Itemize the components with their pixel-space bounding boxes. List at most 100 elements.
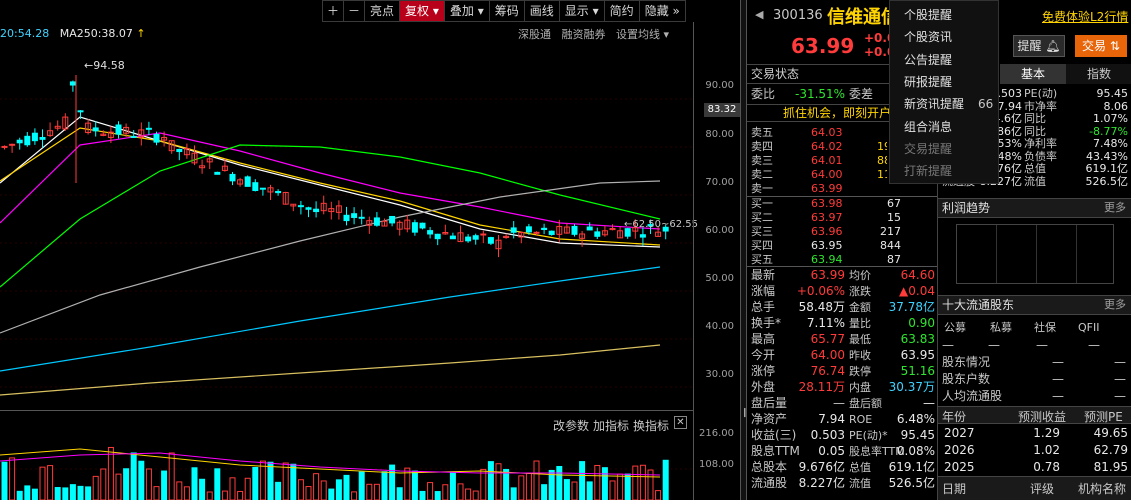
- stat-value: 526.5亿: [888, 476, 935, 490]
- close-icon[interactable]: ✕: [674, 416, 687, 429]
- kline-chart-area[interactable]: ＋ － 亮点 复权 ▾ 叠加 ▾ 筹码 画线 显示 ▾ 简约 隐藏 » 20:5…: [0, 0, 740, 500]
- volume-bar: [487, 461, 494, 500]
- price-tick: 60.00: [705, 225, 734, 236]
- rating-col-rating: 评级: [1030, 482, 1055, 496]
- toolbar-chips-button[interactable]: 筹码: [488, 0, 524, 22]
- minus-icon[interactable]: －: [343, 0, 364, 22]
- toolbar-display-button[interactable]: 显示 ▾: [558, 0, 604, 22]
- fundamental-value: 7.48%: [1093, 137, 1128, 150]
- swap-icon: ⇅: [1109, 39, 1120, 53]
- stat-value: 8.227亿: [798, 476, 845, 490]
- candle-body: [130, 135, 137, 138]
- trade-button[interactable]: 交易 ⇅: [1075, 35, 1127, 57]
- tab-basic[interactable]: 基本: [1000, 64, 1066, 84]
- volume-bar: [579, 461, 586, 500]
- rating-header: 日期 评级 机构名称: [938, 476, 1131, 500]
- profit-trend-more-link[interactable]: 更多: [1104, 199, 1126, 217]
- ma60-line: [0, 144, 661, 288]
- popup-menu-item[interactable]: 新资讯提醒 66: [904, 93, 993, 115]
- ma5-line: [0, 116, 661, 248]
- splitter-handle-icon[interactable]: ❙: [741, 408, 749, 418]
- stat-label: 金额: [849, 301, 871, 314]
- popup-menu-item: 交易提醒: [904, 138, 952, 160]
- volume-bar: [267, 461, 274, 500]
- volume-bar: [290, 463, 297, 500]
- candle-body: [92, 127, 99, 132]
- add-icon[interactable]: ＋: [322, 0, 343, 22]
- tab-index[interactable]: 指数: [1066, 64, 1131, 84]
- volume-tick: 216.00: [699, 428, 734, 439]
- ma20-value: 20:54.28: [0, 27, 50, 40]
- toolbar-simple-button[interactable]: 简约: [603, 0, 639, 22]
- volume-bar: [85, 486, 92, 500]
- candle-body: [39, 137, 46, 140]
- stat-label: 最低: [849, 333, 871, 346]
- popup-menu-item[interactable]: 研报提醒: [904, 71, 952, 93]
- link-shenzhen-connect[interactable]: 深股通: [518, 28, 551, 41]
- double-chevron-right-icon: »: [672, 4, 680, 18]
- trade-label: 交易: [1082, 39, 1107, 53]
- holders-dash: —: [942, 338, 954, 352]
- candle-body: [153, 133, 160, 143]
- orderbook-buy-price: 63.97: [811, 211, 843, 224]
- volume-bar: [586, 481, 593, 500]
- panel-splitter[interactable]: ❙: [740, 0, 749, 500]
- candle-body: [541, 227, 548, 231]
- toolbar-highlight-button[interactable]: 亮点: [364, 0, 400, 22]
- orderbook-buy-price: 63.98: [811, 197, 843, 210]
- stat-value: 30.37万: [888, 380, 935, 394]
- candle-body: [358, 216, 365, 219]
- switch-indicator-button[interactable]: 换指标: [633, 417, 669, 434]
- toolbar-hide-label: 隐藏: [644, 4, 669, 18]
- popup-menu-item[interactable]: 个股资讯: [904, 26, 952, 48]
- stat-label: 量比: [849, 317, 871, 330]
- candle-body: [16, 139, 23, 144]
- popup-menu-item-label: 组合消息: [904, 119, 953, 134]
- toolbar-overlay-button[interactable]: 叠加 ▾: [443, 0, 489, 22]
- price-tick: 40.00: [705, 321, 734, 332]
- popup-menu-item[interactable]: 组合消息: [904, 116, 952, 138]
- volume-bar: [47, 465, 54, 500]
- fundamental-label: 市净率: [1024, 99, 1057, 113]
- link-margin-trading[interactable]: 融资融券: [562, 28, 606, 41]
- candle-body: [176, 148, 183, 153]
- change-params-button[interactable]: 改参数: [553, 417, 589, 434]
- ma120-line: [0, 180, 661, 334]
- popup-menu-item: 打新提醒: [904, 160, 952, 182]
- volume-bar: [16, 490, 23, 500]
- candle-body: [24, 135, 31, 146]
- toolbar-adjust-button[interactable]: 复权 ▾: [399, 0, 444, 22]
- popup-menu-item[interactable]: 公告提醒: [904, 49, 952, 71]
- toolbar-hide-button[interactable]: 隐藏 »: [638, 0, 686, 22]
- link-set-ma[interactable]: 设置均线: [616, 28, 660, 41]
- orderbook-buy-price: 63.94: [811, 253, 843, 266]
- candle-body: [31, 132, 38, 142]
- kline-chart[interactable]: [0, 22, 693, 432]
- holder-info-value: —: [1052, 389, 1064, 403]
- volume-bar: [168, 452, 175, 500]
- stat-label: 涨跌: [849, 285, 871, 298]
- volume-bar: [252, 466, 259, 500]
- candle-body: [571, 225, 578, 235]
- popup-menu-item[interactable]: 个股提醒: [904, 4, 952, 26]
- low-range-value: 62.50~62.55: [632, 219, 699, 230]
- toolbar-draw-button[interactable]: 画线: [523, 0, 559, 22]
- chevron-down-icon: ▾: [660, 28, 670, 41]
- remind-button[interactable]: 提醒 🔔︎: [1013, 35, 1065, 57]
- bell-icon: 🔔︎: [1045, 39, 1061, 53]
- prev-stock-icon[interactable]: ◀: [755, 8, 763, 21]
- volume-bar: [153, 486, 160, 500]
- volume-bar: [503, 468, 510, 500]
- ma-legend: 20:54.28 MA250:38.07 ↑: [0, 27, 146, 40]
- volume-bar: [39, 466, 46, 500]
- popup-menu-item-label: 个股提醒: [904, 8, 953, 22]
- holders-more-link[interactable]: 更多: [1104, 296, 1126, 314]
- stat-label: 净资产: [751, 412, 788, 426]
- volume-bar: [259, 460, 266, 500]
- holder-info-value: —: [1114, 372, 1126, 386]
- volume-bar: [214, 468, 221, 500]
- add-indicator-button[interactable]: 加指标: [593, 417, 629, 434]
- candle-body: [419, 222, 426, 229]
- free-l2-link[interactable]: 免费体验L2行情: [1042, 8, 1128, 25]
- stat-label: ROE: [849, 413, 873, 426]
